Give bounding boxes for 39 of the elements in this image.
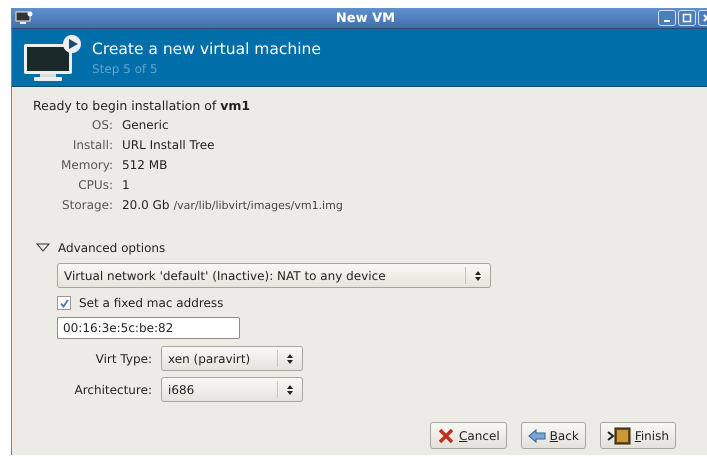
finish-button[interactable]: Finish <box>600 422 676 449</box>
header-title: Create a new virtual machine <box>92 40 321 58</box>
cancel-button[interactable]: Cancel <box>430 422 507 449</box>
field-value: 1 <box>122 177 130 193</box>
maximize-button[interactable] <box>678 10 696 26</box>
window-title: New VM <box>334 10 396 26</box>
monitor-play-icon <box>22 34 84 82</box>
dropdown[interactable]: xen (paravirt) <box>161 346 303 371</box>
field-label: Virt Type: <box>96 352 152 366</box>
field-value: 512 MB <box>122 157 168 173</box>
dropdown[interactable]: i686 <box>161 377 303 402</box>
left-arrow-icon <box>528 428 546 444</box>
back-button[interactable]: Back <box>520 422 586 449</box>
field-label: Architecture: <box>74 382 152 396</box>
step-indicator: Step 5 of 5 <box>92 62 159 76</box>
checkbox-label: Set a fixed mac address <box>79 296 224 310</box>
field-label: Storage: <box>61 197 113 214</box>
field-label: Memory: <box>60 157 113 173</box>
field-value: Generic <box>122 117 169 133</box>
field-value: 20.0 Gb <box>122 197 170 213</box>
monitor-icon <box>15 11 33 25</box>
checkbox[interactable] <box>57 296 71 310</box>
field-label: Install: <box>72 137 113 153</box>
minimize-button[interactable] <box>658 10 676 26</box>
cross-icon <box>437 428 455 444</box>
storage-path: /var/lib/libvirt/images/vm1.img <box>173 198 343 214</box>
up-down-arrows-icon <box>286 384 294 396</box>
field-value: URL Install Tree <box>122 137 215 153</box>
field-label: CPUs: <box>77 177 113 193</box>
summary-heading: Ready to begin installation of vm1 <box>33 98 252 113</box>
up-down-arrows-icon <box>286 352 294 364</box>
advanced-expander[interactable]: Advanced options <box>36 241 166 255</box>
up-down-arrows-icon <box>474 270 482 282</box>
maximize-icon <box>682 13 692 23</box>
network-dropdown[interactable]: Virtual network 'default' (Inactive): NAT to any device <box>57 263 491 288</box>
mac-address-field[interactable]: 00:16:3e:5c:be:82 <box>57 317 240 339</box>
exit-door-icon <box>606 426 631 444</box>
minimize-icon <box>664 20 670 22</box>
field-label: OS: <box>90 117 113 133</box>
